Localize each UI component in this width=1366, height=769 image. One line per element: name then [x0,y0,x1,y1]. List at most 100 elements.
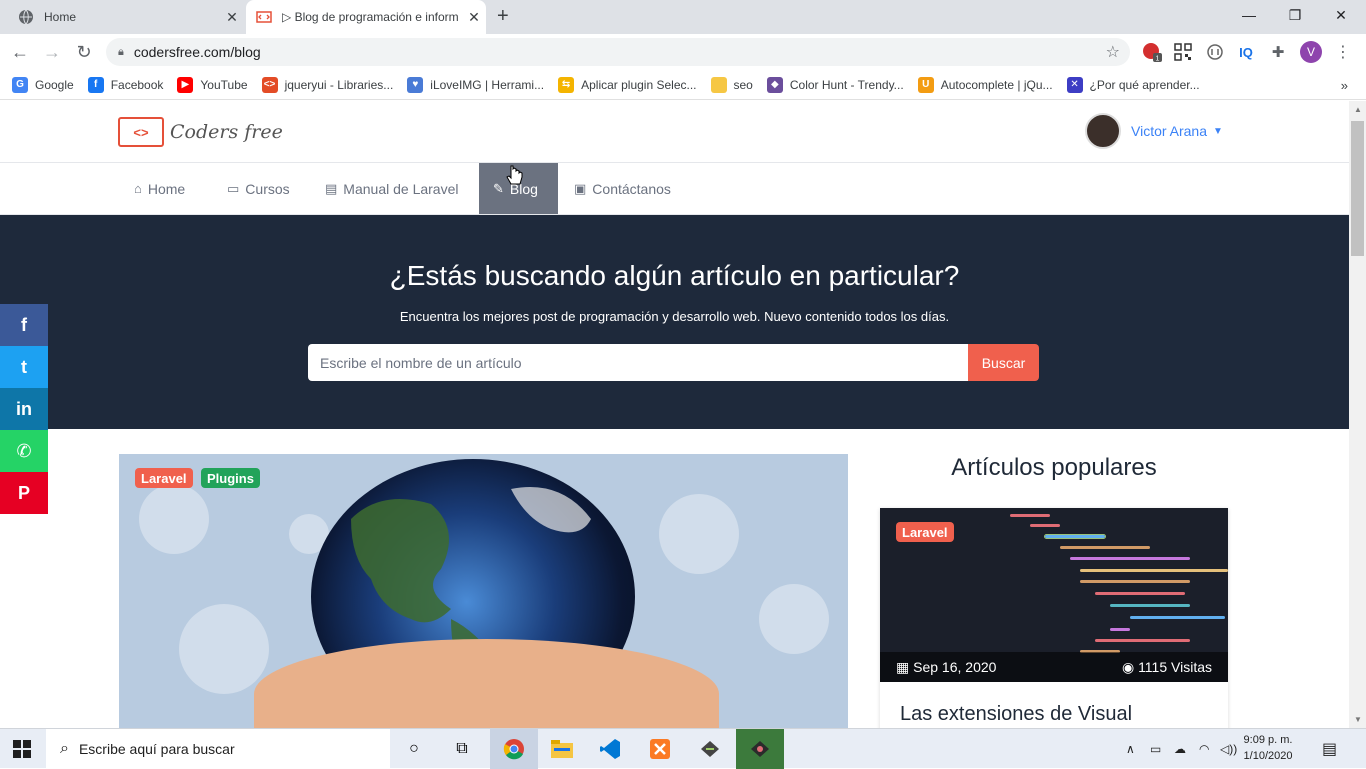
card-meta: ▦ Sep 16, 2020 ◉ 1115 Visitas [880,652,1228,682]
linkedin-icon[interactable]: in [0,388,48,430]
wifi-icon[interactable]: ◠ [1199,729,1209,769]
nav-home[interactable]: ⌂ Home [120,163,199,214]
bookmark-item[interactable]: seo [710,76,753,93]
vscode-icon[interactable] [586,729,634,769]
bookmark-item[interactable]: <> jqueryui - Libraries... [261,76,393,93]
bookmark-item[interactable]: ▶ YouTube [177,76,248,93]
puzzle-extensions-icon[interactable]: ✚ [1268,42,1288,62]
chrome-taskbar-icon[interactable] [490,729,538,769]
scroll-down-icon[interactable]: ▼ [1354,715,1362,724]
bookmark-label: Facebook [110,77,164,92]
bookmark-favicon-icon: f [87,76,104,93]
close-window-icon[interactable]: ✕ [1318,0,1364,30]
terminal-app-icon[interactable] [686,729,734,769]
scrollbar-thumb[interactable] [1351,121,1364,256]
back-icon[interactable]: ← [8,40,32,64]
featured-post-image[interactable]: Laravel Plugins [119,454,848,728]
pinterest-icon[interactable]: P [0,472,48,514]
whatsapp-icon[interactable]: ✆ [0,430,48,472]
twitter-icon[interactable]: t [0,346,48,388]
card-title[interactable]: Las extensiones de Visual [900,703,1132,726]
nav-cursos[interactable]: ▭ Cursos [213,163,304,214]
facebook-icon[interactable]: f [0,304,48,346]
profile-avatar[interactable]: V [1300,41,1322,63]
bookmark-favicon-icon: ▶ [177,76,194,93]
card-views: ◉ 1115 Visitas [1122,659,1212,676]
task-view-icon[interactable]: ⧉ [438,729,486,769]
hero-subtitle: Encuentra los mejores post de programaci… [399,309,950,324]
blog-icon: ✎ [493,180,504,196]
reader-extension-icon[interactable] [1205,42,1225,62]
site-logo[interactable]: <> Coders free [118,117,283,147]
windows-start-icon[interactable] [0,729,44,769]
bookmark-item[interactable]: ✕ ¿Por qué aprender... [1066,76,1200,93]
nav-manual-laravel[interactable]: ▤ Manual de Laravel [311,163,472,214]
forward-icon[interactable]: → [40,40,64,64]
search-button[interactable]: Buscar [968,344,1039,381]
reload-icon[interactable]: ↻ [72,40,96,64]
nav-label: Manual de Laravel [343,180,459,197]
bookmark-item[interactable]: f Facebook [87,76,164,93]
site-header: <> Coders free Victor Arana ▼ [0,101,1349,163]
bookmark-item[interactable]: ♥ iLoveIMG | Herrami... [407,76,544,93]
notifications-icon[interactable]: ▤ [1322,729,1337,769]
card-views-text: 1115 Visitas [1138,658,1212,675]
minimize-icon[interactable]: — [1226,0,1272,30]
bookmark-item[interactable]: ◆ Color Hunt - Trendy... [766,76,904,93]
tag-laravel[interactable]: Laravel [896,522,954,542]
clock-time: 9:09 p. m. [1243,734,1293,746]
more-bookmarks-icon[interactable]: » [1341,78,1348,93]
taskbar-search-placeholder: Escribe aquí para buscar [78,741,235,757]
web-page: <> Coders free Victor Arana ▼ ⌂ Home ▭ C… [0,101,1349,728]
taskbar-clock[interactable]: 9:09 p. m. 1/10/2020 [1240,732,1296,764]
volume-icon[interactable]: ◁)) [1220,729,1237,769]
tab-strip: Home ✕ ▷ Blog de programación e inform ✕… [0,0,1366,34]
qr-code-icon[interactable] [1173,42,1193,62]
restore-icon[interactable]: ❐ [1272,0,1318,30]
tray-chevron-icon[interactable]: ∧ [1126,729,1135,769]
bokeh-bubble [659,494,739,574]
user-avatar [1085,113,1121,149]
cortana-icon[interactable]: ○ [390,729,438,769]
site-nav: ⌂ Home ▭ Cursos ▤ Manual de Laravel ✎ Bl… [0,163,1349,215]
address-bar[interactable]: 🔒︎ codersfree.com/blog ☆ [106,38,1130,66]
codersfree-favicon-icon [256,9,272,25]
taskbar-search[interactable]: ⌕ Escribe aquí para buscar [46,729,390,769]
menu-kebab-icon[interactable]: ⋮ [1333,42,1353,62]
logo-text: Coders free [170,121,283,143]
hero-title: ¿Estás buscando algún artículo en partic… [389,260,960,291]
bookmark-star-icon[interactable]: ☆ [1106,42,1120,62]
bookmark-item[interactable]: G Google [12,76,74,93]
tab-blog[interactable]: ▷ Blog de programación e inform ✕ [246,0,486,34]
page-scrollbar[interactable]: ▲ ▼ [1349,101,1366,728]
nav-label: Cursos [245,180,290,197]
tag-plugins[interactable]: Plugins [201,468,260,488]
close-tab-icon[interactable]: ✕ [462,9,486,26]
new-tab-icon[interactable]: + [497,5,509,28]
scroll-up-icon[interactable]: ▲ [1354,105,1362,114]
eye-icon: ◉ [1121,658,1139,675]
home-icon: ⌂ [134,181,142,196]
search-input[interactable] [308,344,968,381]
tab-home[interactable]: Home ✕ [8,0,244,34]
bookmark-favicon-icon: ⇆ [558,76,575,93]
tag-laravel[interactable]: Laravel [135,468,193,488]
bookmark-favicon-icon: <> [261,76,278,93]
onedrive-icon[interactable]: ☁ [1174,729,1186,769]
windows-taskbar: ⌕ Escribe aquí para buscar ○ ⧉ ∧ ▭ ☁ ◠ ◁… [0,728,1366,769]
bookmark-label: seo [733,77,753,92]
popular-article-card[interactable]: Laravel ▦ Sep 16, 2020 ◉ 1115 Visitas La… [880,508,1228,728]
bookmark-item[interactable]: ⇆ Aplicar plugin Selec... [558,76,697,93]
user-menu[interactable]: Victor Arana ▼ [1085,113,1223,149]
battery-icon[interactable]: ▭ [1150,729,1161,769]
xampp-icon[interactable] [636,729,684,769]
tab-title: ▷ Blog de programación e inform [282,10,459,24]
green-app-icon[interactable] [736,729,784,769]
adblock-extension-icon[interactable]: 1 [1142,42,1162,62]
close-tab-icon[interactable]: ✕ [220,9,244,26]
file-explorer-icon[interactable] [538,729,586,769]
bookmark-item[interactable]: U Autocomplete | jQu... [917,76,1053,93]
iq-extension-icon[interactable]: IQ [1236,42,1256,62]
nav-contactanos[interactable]: ▣ Contáctanos [560,163,685,214]
tab-title: Home [44,10,77,24]
